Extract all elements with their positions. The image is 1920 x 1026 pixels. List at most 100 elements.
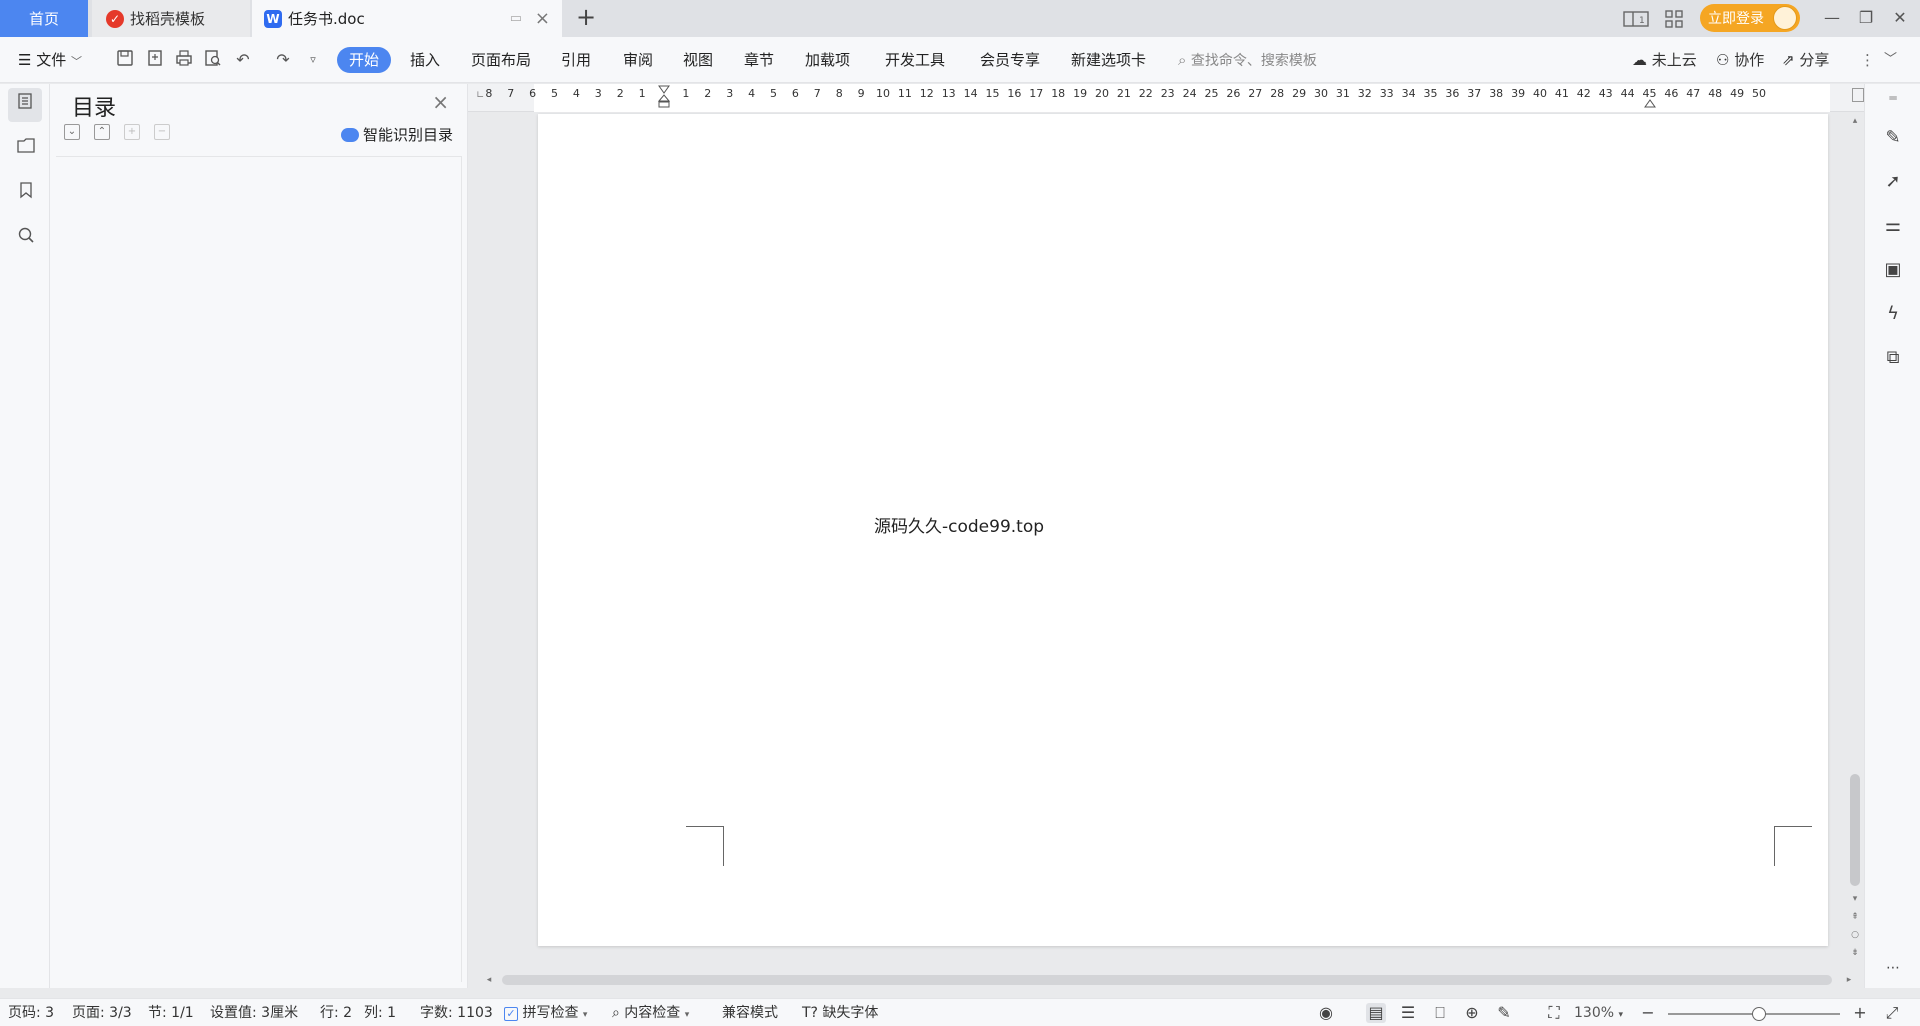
status-col[interactable]: 列: 1 <box>364 1004 396 1022</box>
right-indent-marker-icon[interactable] <box>1643 85 1656 109</box>
collapse-ribbon-icon[interactable]: ﹀ <box>1884 47 1897 73</box>
write-mode-icon[interactable]: ✎ <box>1494 1003 1514 1023</box>
tab-page-layout[interactable]: 页面布局 <box>471 47 531 73</box>
tab-developer[interactable]: 开发工具 <box>885 47 945 73</box>
next-page-icon[interactable]: ⇟ <box>1848 946 1862 960</box>
ruler-number: 10 <box>876 87 890 100</box>
vertical-scrollbar[interactable]: ▴ ▾ ⇞ ○ ⇟ <box>1846 114 1864 974</box>
print-preview-icon[interactable] <box>202 49 224 71</box>
fullscreen-icon[interactable]: ⤢ <box>1882 1003 1902 1023</box>
close-tab-icon[interactable]: × <box>535 8 550 29</box>
ruler-number: 33 <box>1379 87 1394 100</box>
tab-review[interactable]: 审阅 <box>623 47 653 73</box>
status-page-code[interactable]: 页码: 3 <box>8 1004 54 1022</box>
content-check-button[interactable]: ⌕ 内容检查 ▾ <box>612 1004 689 1022</box>
ruler-toggle-icon[interactable] <box>1852 88 1864 102</box>
ruler-number: 23 <box>1160 87 1175 100</box>
pin-tab-icon[interactable]: ▭ <box>510 11 522 26</box>
scroll-down-icon[interactable]: ▾ <box>1848 892 1862 906</box>
cloud-status-button[interactable]: ☁ 未上云 <box>1632 47 1697 73</box>
tab-view[interactable]: 视图 <box>683 47 713 73</box>
scroll-left-icon[interactable]: ◂ <box>482 973 496 987</box>
tab-new-tab[interactable]: 新建选项卡 <box>1071 47 1146 73</box>
save-icon[interactable] <box>114 49 136 71</box>
panel-toggle-icon[interactable]: ═ <box>1881 86 1905 110</box>
reading-mode-icon[interactable]: 1 <box>1622 0 1650 37</box>
reading-view-icon[interactable]: ⎕ <box>1430 1003 1450 1023</box>
collapse-all-icon[interactable]: ⌃ <box>94 124 110 140</box>
tab-document[interactable]: W 任务书.doc ▭ × <box>252 0 562 37</box>
tab-references[interactable]: 引用 <box>561 47 591 73</box>
lightning-icon[interactable]: ϟ <box>1881 302 1905 326</box>
restore-button[interactable]: ❐ <box>1852 6 1880 30</box>
tab-member[interactable]: 会员专享 <box>980 47 1040 73</box>
more-options-icon[interactable]: ⋮ <box>1860 47 1875 73</box>
page-view-icon[interactable]: ▤ <box>1366 1003 1386 1023</box>
outline-view-icon[interactable]: ☰ <box>1398 1003 1418 1023</box>
status-section[interactable]: 节: 1/1 <box>148 1004 194 1022</box>
quick-access-dropdown-icon[interactable]: ▿ <box>302 49 324 71</box>
close-window-button[interactable]: ✕ <box>1886 6 1914 30</box>
browse-object-icon[interactable]: ○ <box>1848 928 1862 942</box>
horizontal-ruler[interactable]: ∟ 8 7 6 5 4 3 2 1 1 2 3 4 5 6 7 8 9 10 11 12 13 14 15 16 17 18 19 2… <box>468 84 1864 112</box>
eye-protection-icon[interactable]: ◉ <box>1316 1003 1336 1023</box>
login-button[interactable]: 立即登录 <box>1700 4 1800 32</box>
minimize-button[interactable]: — <box>1818 6 1846 30</box>
tab-home[interactable]: 首页 <box>0 0 88 37</box>
tab-chapter[interactable]: 章节 <box>744 47 774 73</box>
tab-insert[interactable]: 插入 <box>410 47 440 73</box>
close-icon[interactable]: × <box>432 90 449 114</box>
status-row[interactable]: 行: 2 <box>320 1004 352 1022</box>
bookmark-icon[interactable] <box>13 181 39 207</box>
horizontal-scrollbar[interactable]: ◂ ▸ <box>482 972 1862 988</box>
status-pages[interactable]: 页面: 3/3 <box>72 1004 132 1022</box>
web-view-icon[interactable]: ⊕ <box>1462 1003 1482 1023</box>
command-search[interactable]: ⌕ 查找命令、搜索模板 <box>1178 47 1317 73</box>
page-body-text[interactable]: 源码久久-code99.top <box>874 512 1044 537</box>
zoom-in-icon[interactable]: + <box>1850 1003 1870 1023</box>
tab-addins[interactable]: 加载项 <box>805 47 850 73</box>
status-setting[interactable]: 设置值: 3厘米 <box>210 1004 298 1022</box>
toc-panel-icon[interactable] <box>8 88 42 122</box>
tab-start[interactable]: 开始 <box>337 47 392 73</box>
scroll-right-icon[interactable]: ▸ <box>1842 973 1856 987</box>
collaborate-button[interactable]: ⚇ 协作 <box>1716 47 1764 73</box>
vertical-scroll-thumb[interactable] <box>1850 774 1860 886</box>
document-page[interactable]: 源码久久-code99.top <box>538 114 1828 946</box>
adjust-sliders-icon[interactable]: ⚌ <box>1881 214 1905 238</box>
pen-edit-icon[interactable]: ✎ <box>1881 126 1905 150</box>
tab-template[interactable]: ✓ 找稻壳模板 <box>92 0 250 37</box>
reading-search-icon[interactable]: ⧉ <box>1881 346 1905 370</box>
compat-mode-label[interactable]: 兼容模式 <box>722 1004 778 1022</box>
spell-check-button[interactable]: ✓ 拼写检查 ▾ <box>504 1004 587 1022</box>
remove-heading-icon[interactable]: − <box>154 124 170 140</box>
select-cursor-icon[interactable]: ➚ <box>1881 170 1905 194</box>
zoom-level[interactable]: 130% ▾ <box>1574 1004 1623 1022</box>
missing-font-button[interactable]: T? 缺失字体 <box>802 1004 878 1022</box>
chapter-nav-icon[interactable] <box>13 136 39 162</box>
redo-icon[interactable]: ↷ <box>272 49 294 71</box>
expand-all-icon[interactable]: ⌄ <box>64 124 80 140</box>
export-pdf-icon[interactable] <box>144 49 166 71</box>
previous-page-icon[interactable]: ⇞ <box>1848 910 1862 924</box>
undo-icon[interactable]: ↶ <box>232 49 254 71</box>
horizontal-scroll-thumb[interactable] <box>502 975 1832 985</box>
zoom-out-icon[interactable]: − <box>1638 1003 1658 1023</box>
status-word-count[interactable]: 字数: 1103 <box>420 1004 493 1022</box>
indent-marker-icon[interactable] <box>657 85 671 109</box>
file-menu[interactable]: ☰ 文件 ﹀ <box>18 47 82 73</box>
zoom-slider-handle[interactable] <box>1752 1007 1766 1021</box>
find-icon[interactable] <box>13 226 39 252</box>
share-button[interactable]: ⇗ 分享 <box>1782 47 1829 73</box>
new-tab-button[interactable]: + <box>572 4 600 32</box>
more-dots-icon[interactable]: ⋯ <box>1881 956 1905 980</box>
scroll-up-icon[interactable]: ▴ <box>1848 114 1862 128</box>
print-icon[interactable] <box>173 49 195 71</box>
ruler-number: 31 <box>1335 87 1350 100</box>
ruler-number: 4 <box>572 87 580 100</box>
smart-toc-button[interactable]: 智能识别目录 <box>340 124 453 145</box>
image-tool-icon[interactable]: ▣ <box>1881 258 1905 282</box>
add-heading-icon[interactable]: + <box>124 124 140 140</box>
apps-grid-icon[interactable] <box>1664 0 1684 37</box>
fit-page-icon[interactable]: ⛶ <box>1544 1003 1564 1023</box>
